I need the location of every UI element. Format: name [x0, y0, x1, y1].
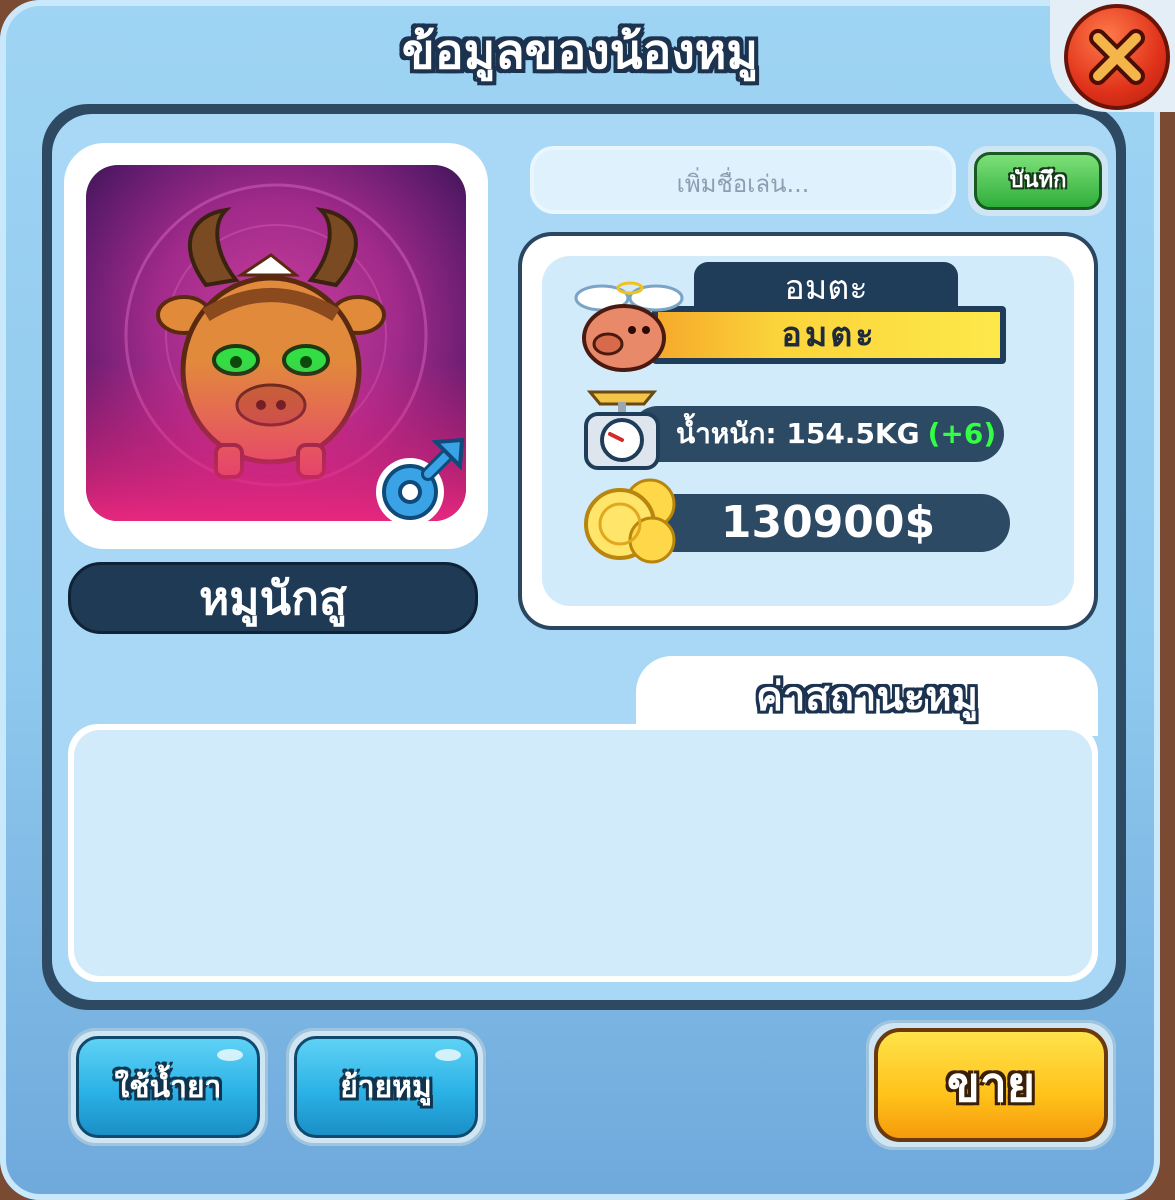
- weight-bonus: (+6): [927, 417, 997, 450]
- save-button-label: บันทึก: [974, 152, 1102, 210]
- use-potion-button[interactable]: ใช้น้ำยา: [68, 1028, 268, 1146]
- weight-display: น้ำหนัก: 154.5KG (+6): [630, 406, 1004, 462]
- rank-value: อมตะ: [658, 312, 1000, 358]
- angel-pig-icon: [572, 276, 684, 376]
- male-symbol-icon: [364, 426, 476, 538]
- close-x-icon: [1089, 29, 1145, 85]
- pig-name: หมูนักสู: [68, 562, 478, 634]
- sell-button[interactable]: ขาย: [866, 1020, 1116, 1150]
- move-pig-button[interactable]: ย้ายหมู: [286, 1028, 486, 1146]
- save-nickname-button[interactable]: บันทึก: [968, 146, 1108, 216]
- dialog-title: ข้อมูลของน้องหมู: [401, 24, 759, 80]
- gold-coins-icon: [580, 474, 684, 570]
- rank-bar: อมตะ: [652, 306, 1006, 364]
- nickname-input[interactable]: เพิ่มชื่อเล่น...: [530, 146, 956, 214]
- weight-label: น้ำหนัก: 154.5KG: [676, 417, 920, 450]
- sell-label: ขาย: [947, 1057, 1035, 1113]
- use-potion-label: ใช้น้ำยา: [114, 1069, 222, 1105]
- weighing-scale-icon: [580, 384, 664, 472]
- money-display: 130900$: [646, 494, 1010, 552]
- pig-info-dialog: ข้อมูลของน้องหมู หมูนักสู เพิ่มชื่อเล่น.…: [0, 0, 1160, 1200]
- close-button[interactable]: [1050, 0, 1175, 112]
- status-section-title: ค่าสถานะหมู: [756, 674, 978, 720]
- move-pig-label: ย้ายหมู: [340, 1069, 432, 1105]
- status-panel: [68, 724, 1098, 982]
